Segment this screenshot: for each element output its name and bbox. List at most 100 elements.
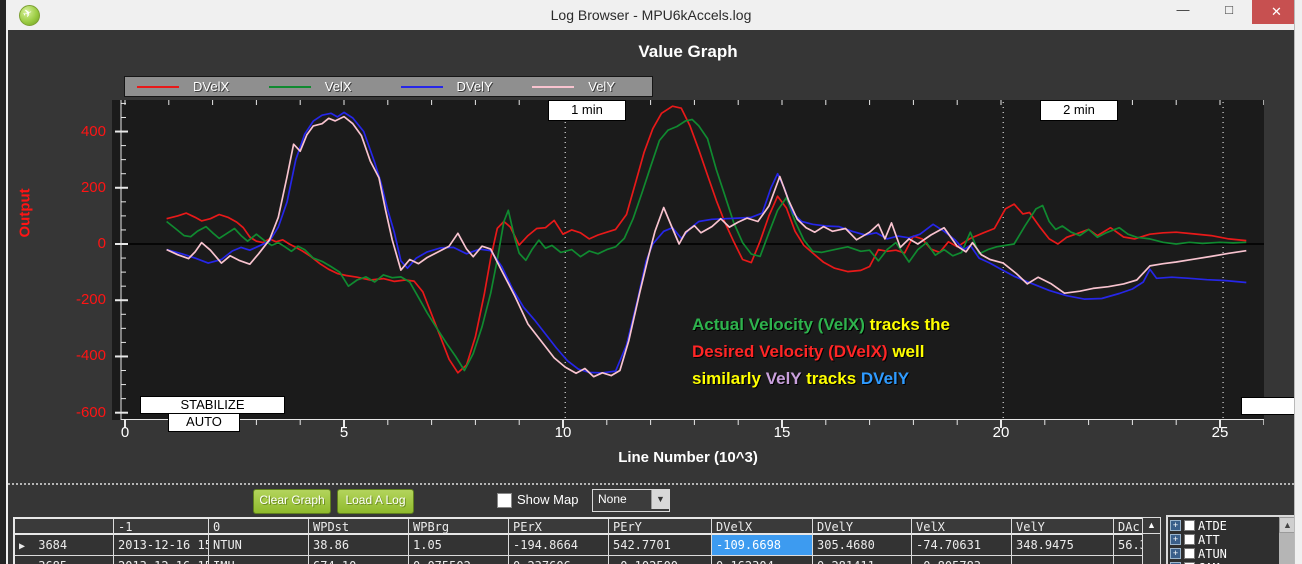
expand-plus-icon[interactable]: + <box>1170 520 1181 531</box>
legend-item-VelY: VelY <box>520 77 652 96</box>
x-tick-label: 20 <box>979 424 1023 441</box>
y-tick-label: 400 <box>40 123 106 140</box>
annotation-segment: Desired Velocity (DVelX) <box>692 342 892 361</box>
table-cell[interactable]: -0.102500 <box>609 556 712 564</box>
table-cell[interactable]: 542.7701 <box>609 535 712 556</box>
annotation-segment: VelY <box>766 369 802 388</box>
show-map-checkbox[interactable] <box>497 493 512 508</box>
annotation-segment: well <box>892 342 924 361</box>
mode-label-stabilize: STABILIZE <box>140 396 285 414</box>
tree-checkbox[interactable] <box>1184 548 1195 559</box>
scroll-up-icon[interactable]: ▲ <box>1279 517 1294 533</box>
annotation-segment: Actual Velocity (VelX) <box>692 315 870 334</box>
column-header--1: -1 <box>114 519 209 535</box>
column-header-DAc: DAc <box>1114 519 1144 535</box>
load-a-log-button[interactable]: Load A Log <box>337 489 414 514</box>
table-cell[interactable]: 3685 <box>15 556 114 564</box>
table-cell[interactable]: 2013-12-16 15:3... <box>114 535 209 556</box>
tree-item-ATUN[interactable]: +ATUN <box>1170 547 1279 560</box>
x-tick-label: 0 <box>103 424 147 441</box>
window-title: Log Browser - MPU6kAccels.log <box>6 0 1296 30</box>
column-header-marker <box>15 519 114 535</box>
table-cell[interactable]: ▶ 3684 <box>15 535 114 556</box>
tree-item-ATDE[interactable]: + ATDE <box>1170 519 1279 532</box>
clear-graph-button[interactable]: Clear Graph <box>253 489 331 514</box>
minimize-button[interactable]: — <box>1160 0 1206 22</box>
table-cell[interactable]: IMU <box>209 556 309 564</box>
column-header-0: 0 <box>209 519 309 535</box>
table-cell[interactable]: 674.10 <box>309 556 409 564</box>
y-tick-label: 0 <box>40 235 106 252</box>
legend-label: VelX <box>325 79 352 94</box>
maximize-button[interactable]: □ <box>1206 0 1252 22</box>
time-marker-1min: 1 min <box>548 100 626 121</box>
tree-checkbox[interactable] <box>1184 520 1195 531</box>
panel-splitter[interactable] <box>8 483 1294 485</box>
table-scrollbar[interactable]: ▲ <box>1142 517 1161 564</box>
table-cell[interactable]: 305.4680 <box>813 535 912 556</box>
column-header-VelX: VelX <box>912 519 1012 535</box>
window-frame-right <box>1294 0 1302 564</box>
y-tick-label: -400 <box>40 347 106 364</box>
table-cell[interactable]: -194.8664 <box>509 535 609 556</box>
table-cell[interactable]: 2013-12-16 15:3 <box>114 556 209 564</box>
column-header-PErY: PErY <box>609 519 712 535</box>
annotation-segment: tracks the <box>870 315 950 334</box>
column-header-WPBrg: WPBrg <box>409 519 509 535</box>
table-cell[interactable]: 0.237606 <box>509 556 609 564</box>
column-header-WPDst: WPDst <box>309 519 409 535</box>
current-row-marker: ▶ <box>19 537 31 556</box>
annotation-line: Desired Velocity (DVelX) well <box>692 338 950 365</box>
expand-plus-icon[interactable]: + <box>1170 548 1181 559</box>
legend-line-swatch <box>401 86 443 88</box>
table-cell[interactable]: -74.70631 <box>912 535 1012 556</box>
annotation-segment: DVelY <box>861 369 909 388</box>
tree-label: ATDE <box>1198 519 1227 533</box>
annotation-segment: similarly <box>692 369 766 388</box>
table-cell[interactable]: 56.3 <box>1114 535 1144 556</box>
x-tick-label: 5 <box>322 424 366 441</box>
tree-checkbox[interactable] <box>1184 534 1195 545</box>
log-browser-content: Value Graph DVelXVelXDVelYVelY 1 min 2 m… <box>8 30 1294 564</box>
table-header-row: -10WPDstWPBrgPErXPErYDVelXDVelYVelXVelYD… <box>15 519 1144 535</box>
tree-label: CAM <box>1198 561 1220 564</box>
table-cell[interactable]: 1.05 <box>409 535 509 556</box>
legend-line-swatch <box>532 86 574 88</box>
table-row: ▶ 36842013-12-16 15:3...NTUN38.861.05-19… <box>15 535 1144 556</box>
tree-item-ATT[interactable]: +ATT <box>1170 533 1279 546</box>
chart-annotation: Actual Velocity (VelX) tracks the Desired… <box>692 311 950 392</box>
time-marker-2min: 2 min <box>1040 100 1118 121</box>
table-cell[interactable]: 0.162304 <box>712 556 813 564</box>
legend-item-DVelY: DVelY <box>389 77 521 96</box>
chevron-down-icon[interactable]: ▼ <box>651 490 669 509</box>
map-source-dropdown[interactable]: None ▼ <box>592 489 670 512</box>
column-header-PErX: PErX <box>509 519 609 535</box>
mode-label-auto: AUTO <box>168 413 240 432</box>
graph-title: Value Graph <box>112 42 1264 62</box>
titlebar: ✈ Log Browser - MPU6kAccels.log — □ ✕ <box>6 0 1296 30</box>
table-cell[interactable]: NTUN <box>209 535 309 556</box>
expand-plus-icon[interactable]: + <box>1170 534 1181 545</box>
tree-scrollbar[interactable]: ▲ <box>1279 517 1294 564</box>
table-cell[interactable]: 0.075502 <box>409 556 509 564</box>
table-cell[interactable]: -109.6698 <box>712 535 813 556</box>
table-cell[interactable]: -0.805783 <box>912 556 1012 564</box>
plot-background <box>112 100 1264 420</box>
legend-item-VelX: VelX <box>257 77 389 96</box>
tree-list: +ATDE+ATT+ATUN+CAM <box>1168 517 1279 564</box>
value-graph-canvas[interactable] <box>112 100 1264 430</box>
legend-label: DVelY <box>457 79 493 94</box>
x-axis-title: Line Number (10^3) <box>112 449 1264 466</box>
table-cell[interactable] <box>1012 556 1114 564</box>
table-cell[interactable] <box>1114 556 1144 564</box>
table-cell[interactable]: 38.86 <box>309 535 409 556</box>
x-tick-label: 10 <box>541 424 585 441</box>
scroll-up-icon[interactable]: ▲ <box>1143 518 1160 534</box>
table-cell[interactable]: 0.281411 <box>813 556 912 564</box>
map-source-value: None <box>598 492 627 506</box>
plot-area[interactable]: 1 min 2 min STABILIZE AUTO ST <box>112 100 1264 430</box>
log-table: -10WPDstWPBrgPErXPErYDVelXDVelYVelXVelYD… <box>13 517 1146 564</box>
table-cell[interactable]: 348.9475 <box>1012 535 1114 556</box>
chart-legend: DVelXVelXDVelYVelY <box>124 76 653 97</box>
x-tick-label: 25 <box>1198 424 1242 441</box>
